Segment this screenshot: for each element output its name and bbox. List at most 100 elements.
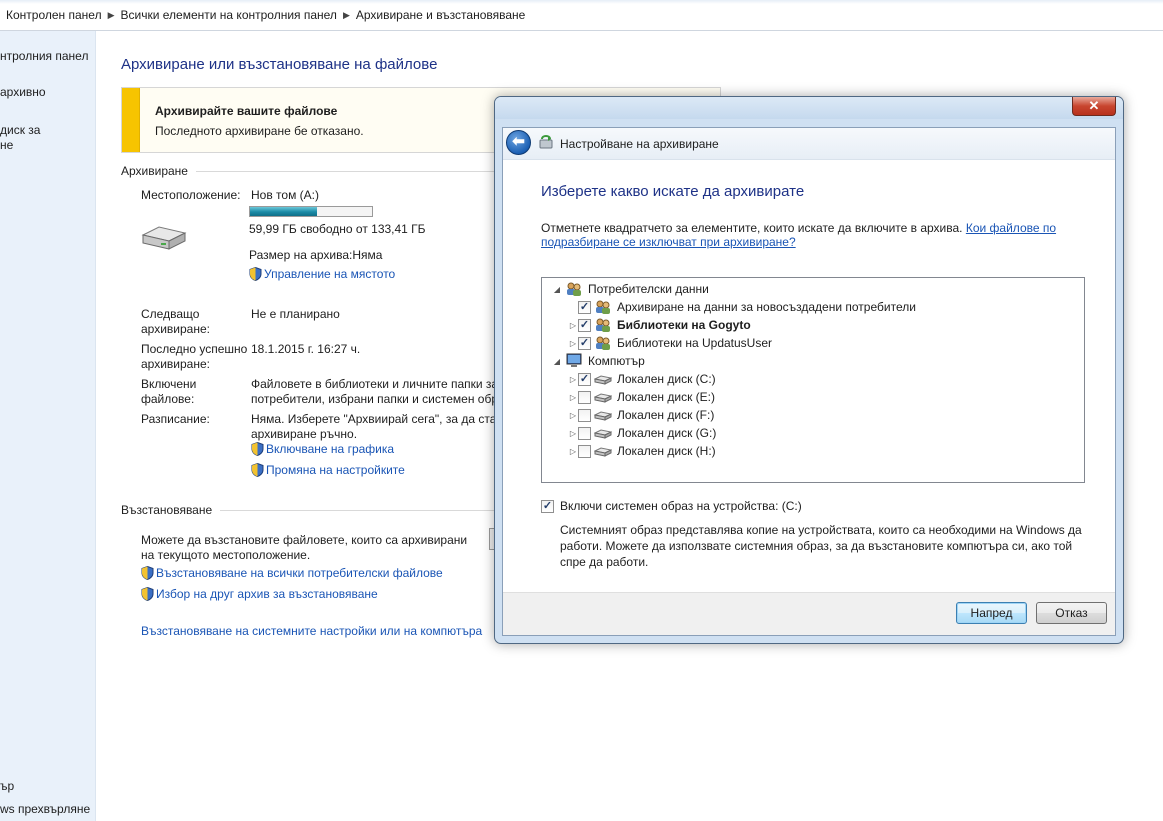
section-divider [220, 509, 501, 511]
contents-label: Включени файлове: [141, 377, 197, 406]
drive-icon [593, 425, 613, 441]
manage-space-link[interactable]: Управление на мястото [249, 267, 395, 282]
users-icon [594, 335, 612, 351]
tree-item[interactable]: ✓ Архивиране на данни за новосъздадени по… [568, 298, 916, 316]
expand-arrow-icon[interactable]: ▷ [568, 321, 578, 330]
location-label: Местоположение: [141, 188, 241, 202]
drive-icon [593, 389, 613, 405]
tree-item[interactable]: ◢ Потребителски данни [552, 280, 709, 298]
back-arrow-icon: ⬅ [512, 133, 525, 150]
dialog-titlebar[interactable]: ✕ [495, 97, 1123, 119]
tree-item[interactable]: ▷ ✓ Локален диск (C:) [568, 370, 716, 388]
disk-usage-bar [249, 206, 373, 217]
select-other-backup-link[interactable]: Избор на друг архив за възстановяване [141, 587, 378, 602]
manage-space-label[interactable]: Управление на мястото [264, 267, 395, 281]
system-image-checkbox[interactable]: ✓ [541, 499, 554, 513]
close-button[interactable]: ✕ [1072, 97, 1116, 116]
tree-item-label[interactable]: Локален диск (G:) [617, 426, 716, 440]
expand-arrow-icon[interactable]: ▷ [568, 375, 578, 384]
tree-item-label[interactable]: Компютър [588, 354, 645, 368]
breadcrumb-item-control-panel[interactable]: Контролен панел [0, 8, 108, 22]
system-image-option[interactable]: ✓ Включи системен образ на устройства: (… [541, 499, 802, 513]
tree-item[interactable]: ▷ Локален диск (G:) [568, 424, 716, 442]
tree-item-checkbox[interactable]: ✓ [578, 300, 591, 314]
tree-item-checkbox[interactable]: ✓ [578, 372, 591, 386]
select-other-backup-label[interactable]: Избор на друг архив за възстановяване [156, 587, 378, 601]
breadcrumb-separator-icon[interactable]: ▶ [343, 10, 350, 21]
schedule-label: Разписание: [141, 412, 210, 426]
tree-item-checkbox[interactable] [578, 408, 591, 422]
tree-item-checkbox[interactable]: ✓ [578, 318, 591, 332]
tree-item[interactable]: ▷ ✓ Библиотеки на UpdatusUser [568, 334, 772, 352]
tree-item[interactable]: ▷ ✓ Библиотеки на Gogyto [568, 316, 751, 334]
disk-usage-fill [250, 207, 318, 216]
recover-system-settings-link[interactable]: Възстановяване на системните настройки и… [141, 624, 482, 639]
last-backup-value: 18.1.2015 г. 16:27 ч. [251, 342, 361, 356]
turn-on-schedule-label[interactable]: Включване на графика [266, 442, 394, 456]
nav-item-windows-transfer[interactable]: ws прехвърляне [0, 801, 90, 817]
back-button[interactable]: ⬅ [506, 130, 531, 155]
nav-item-see-also-1[interactable]: ър [0, 778, 14, 794]
collapse-arrow-icon[interactable]: ◢ [552, 357, 562, 366]
tree-item-checkbox[interactable]: ✓ [578, 336, 591, 350]
uac-shield-icon [141, 587, 154, 601]
schedule-value-line1: Няма. Изберете "Архвиирай сега", за да с… [251, 412, 504, 426]
restore-text-line2: на текущото местоположение. [141, 548, 311, 562]
tree-item-label[interactable]: Библиотеки на UpdatusUser [617, 336, 772, 350]
next-backup-label: Следващо архивиране: [141, 307, 210, 336]
tree-item-label[interactable]: Потребителски данни [588, 282, 709, 296]
breadcrumb-separator-icon[interactable]: ▶ [108, 10, 115, 21]
expand-arrow-icon[interactable]: ▷ [568, 447, 578, 456]
computer-icon [565, 353, 583, 369]
tree-item[interactable]: ▷ Локален диск (F:) [568, 406, 714, 424]
expand-arrow-icon[interactable]: ▷ [568, 429, 578, 438]
drive-icon [593, 407, 613, 423]
restore-all-users-label[interactable]: Възстановяване на всички потребителски ф… [156, 566, 443, 580]
breadcrumb-item-all-items[interactable]: Всички елементи на контролния панел [115, 8, 343, 22]
tree-item-checkbox[interactable] [578, 426, 591, 440]
drive-icon [141, 226, 187, 250]
nav-item-backup[interactable]: архивно [0, 84, 46, 100]
disk-free-text: 59,99 ГБ свободно от 133,41 ГБ [249, 222, 426, 236]
nav-item-repair-disc[interactable]: диск за [0, 122, 40, 138]
backup-section-title: Архивиране [121, 164, 188, 178]
banner-text: Последното архивиране бе отказано. [155, 124, 364, 138]
drive-icon [593, 371, 613, 387]
tree-item-checkbox[interactable] [578, 390, 591, 404]
breadcrumb: Контролен панел ▶ Всички елементи на кон… [0, 8, 531, 22]
expand-arrow-icon[interactable]: ▷ [568, 339, 578, 348]
instruction-text: Отметнете квадратчето за елементите, кои… [541, 221, 963, 235]
tree-item-label[interactable]: Библиотеки на Gogyto [617, 318, 751, 332]
cancel-button[interactable]: Отказ [1036, 602, 1107, 624]
restore-section-title: Възстановяване [121, 503, 213, 517]
tree-item-label[interactable]: Локален диск (F:) [617, 408, 714, 422]
tree-item-label[interactable]: Локален диск (E:) [617, 390, 715, 404]
wizard-title: Настройване на архивиране [560, 137, 719, 151]
tree-item-checkbox[interactable] [578, 444, 591, 458]
expand-arrow-icon[interactable]: ▷ [568, 411, 578, 420]
address-bar[interactable]: Контролен панел ▶ Всички елементи на кон… [0, 0, 1163, 31]
nav-item-control-panel-home[interactable]: нтролния панел [0, 48, 88, 64]
backup-items-tree[interactable]: ◢ Потребителски данни ✓ Архивиране на данни… [541, 277, 1085, 483]
uac-shield-icon [141, 566, 154, 580]
tree-item-label[interactable]: Локален диск (H:) [617, 444, 716, 458]
change-settings-label[interactable]: Промяна на настройките [266, 463, 405, 477]
tree-item[interactable]: ▷ Локален диск (H:) [568, 442, 716, 460]
expand-arrow-icon[interactable]: ▷ [568, 393, 578, 402]
nav-item-repair-disc-cont[interactable]: не [0, 137, 13, 153]
tree-item-label[interactable]: Локален диск (C:) [617, 372, 716, 386]
tree-item[interactable]: ◢ Компютър [552, 352, 645, 370]
system-image-label[interactable]: Включи системен образ на устройства: (C:… [560, 499, 802, 513]
turn-on-schedule-link[interactable]: Включване на графика [251, 442, 394, 457]
tree-item-label[interactable]: Архивиране на данни за новосъздадени пот… [617, 300, 916, 314]
restore-all-users-link[interactable]: Възстановяване на всички потребителски ф… [141, 566, 443, 581]
collapse-arrow-icon[interactable]: ◢ [552, 285, 562, 294]
next-button[interactable]: Напред [956, 602, 1027, 624]
change-settings-link[interactable]: Промяна на настройките [251, 463, 405, 478]
users-icon [565, 281, 583, 297]
breadcrumb-item-backup-restore[interactable]: Архивиране и възстановяване [350, 8, 531, 22]
tree-item[interactable]: ▷ Локален диск (E:) [568, 388, 715, 406]
wizard-header: ⬅ Настройване на архивиране [503, 128, 1115, 160]
banner-stripe [122, 88, 140, 152]
drive-icon [593, 443, 613, 459]
